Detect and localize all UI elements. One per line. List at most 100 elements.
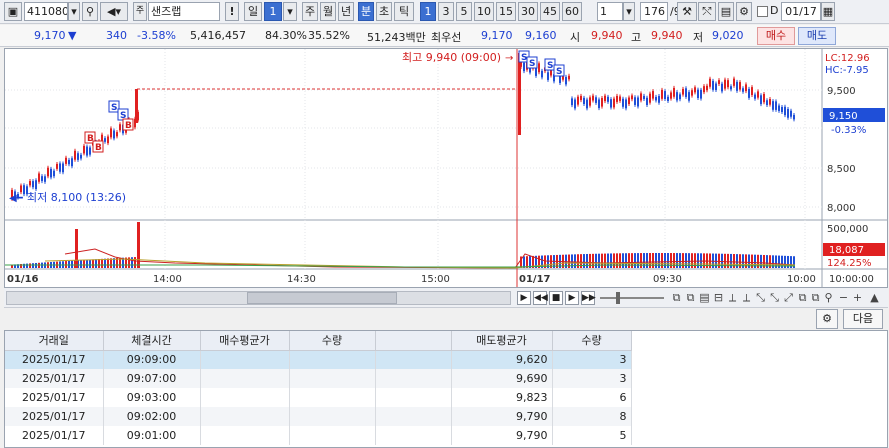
- candle-body: [83, 145, 85, 154]
- speaker-icon[interactable]: ◀▾: [100, 2, 128, 21]
- nav-next-button[interactable]: ▶: [565, 291, 579, 305]
- table-row[interactable]: 2025/01/17 09:09:00 9,620 3: [5, 350, 632, 369]
- candle-body: [616, 95, 618, 102]
- col-exec-time[interactable]: 체결시간: [103, 331, 201, 351]
- candle-body: [619, 96, 621, 101]
- chart-tool-icon-9[interactable]: ⤢: [782, 291, 795, 304]
- period-week-button[interactable]: 주: [302, 2, 318, 21]
- candle-body: [595, 97, 597, 103]
- sell-button[interactable]: 매도: [798, 27, 836, 45]
- chart-tool-icon-4[interactable]: ⊟: [712, 291, 725, 304]
- date-checkbox[interactable]: [757, 6, 768, 17]
- chart-tool-icon-8[interactable]: ⤡: [768, 291, 781, 304]
- nav-prev-button[interactable]: ◀◀: [533, 291, 548, 305]
- stock-name-field[interactable]: 샌즈랩: [148, 2, 220, 21]
- period-month-button[interactable]: 월: [320, 2, 336, 21]
- volume-bar: [640, 253, 642, 268]
- interval-60-button[interactable]: 60: [562, 2, 582, 21]
- zoom-slider[interactable]: [600, 297, 664, 299]
- period-day-button[interactable]: 일: [244, 2, 262, 21]
- save-icon[interactable]: ▤: [718, 2, 734, 21]
- period-dropdown-icon[interactable]: ▾: [283, 2, 297, 21]
- col-buy-avg[interactable]: 매수평균가: [200, 331, 290, 351]
- candle-body: [787, 108, 789, 118]
- search-icon[interactable]: ⚲: [82, 2, 98, 21]
- cell-blank: [375, 388, 452, 407]
- interval-5-button[interactable]: 5: [456, 2, 472, 21]
- interval-input[interactable]: 1: [597, 2, 623, 21]
- date-input[interactable]: 01/17: [781, 2, 821, 21]
- table-row[interactable]: 2025/01/17 09:01:00 9,790 5: [5, 426, 632, 445]
- cell-time: 09:01:00: [103, 426, 201, 445]
- volume-bar: [29, 263, 31, 268]
- zoom-in-icon[interactable]: +: [851, 291, 864, 304]
- col-sell-avg[interactable]: 매도평균가: [451, 331, 553, 351]
- code-dropdown-icon[interactable]: ▾: [68, 2, 80, 21]
- interval-45-button[interactable]: 45: [540, 2, 560, 21]
- chart-canvas[interactable]: 최고 9,940 (09:00) → ◀━ 최저 8,100 (13:26) S…: [5, 49, 887, 287]
- alert-icon[interactable]: !: [225, 2, 239, 21]
- window-icon[interactable]: ▣: [4, 2, 22, 21]
- stock-code-input[interactable]: 411080: [24, 2, 68, 21]
- interval-dropdown-icon[interactable]: ▾: [623, 2, 635, 21]
- period-second-button[interactable]: 초: [376, 2, 392, 21]
- change-rate: -3.58%: [137, 29, 176, 42]
- candle-body: [68, 159, 70, 165]
- chart-tool-icon-1[interactable]: ⧉: [670, 291, 683, 304]
- volume-bar: [598, 253, 600, 268]
- candle-body: [53, 170, 55, 177]
- nav-last-button[interactable]: ▶▶: [581, 291, 596, 305]
- zoom-out-icon[interactable]: −: [837, 291, 850, 304]
- candle-body: [104, 138, 106, 142]
- chart-tool-icon-6[interactable]: ⟂: [740, 291, 753, 304]
- table-row[interactable]: 2025/01/17 09:07:00 9,690 3: [5, 369, 632, 388]
- table-row[interactable]: 2025/01/17 09:03:00 9,823 6: [5, 388, 632, 407]
- calendar-icon[interactable]: ▦: [821, 2, 835, 21]
- chart-tool-icon-11[interactable]: ⧉: [809, 291, 822, 304]
- zoom-slider-handle[interactable]: [616, 292, 620, 304]
- interval-3-button[interactable]: 3: [438, 2, 454, 21]
- candle-body: [748, 88, 750, 98]
- table-gear-icon[interactable]: ⚙: [816, 309, 838, 329]
- volume-bar: [523, 256, 525, 268]
- col-buy-qty[interactable]: 수량: [289, 331, 376, 351]
- count-input[interactable]: 176: [640, 2, 668, 21]
- volume-bar: [643, 253, 645, 268]
- price-chart[interactable]: 최고 9,940 (09:00) → ◀━ 최저 8,100 (13:26) S…: [4, 48, 888, 288]
- nav-first-button[interactable]: ▶: [517, 291, 531, 305]
- period-tick-button[interactable]: 틱: [394, 2, 414, 21]
- interval-15-button[interactable]: 15: [496, 2, 516, 21]
- zoom-search-icon[interactable]: ⚲: [822, 291, 835, 304]
- chart-tool-icon-3[interactable]: ▤: [698, 291, 711, 304]
- interval-30-button[interactable]: 30: [518, 2, 538, 21]
- next-button[interactable]: 다음: [843, 309, 883, 329]
- table-row[interactable]: 2025/01/17 09:02:00 9,790 8: [5, 407, 632, 426]
- scroll-thumb[interactable]: [247, 292, 397, 304]
- sell-signal-4: S: [529, 59, 535, 69]
- interval-1-button[interactable]: 1: [420, 2, 436, 21]
- buy-signal-2: B: [95, 143, 102, 153]
- chart-scrollbar[interactable]: [6, 291, 511, 305]
- scroll-up-icon[interactable]: ▲: [868, 291, 881, 304]
- compare-icon[interactable]: ⤲: [698, 2, 716, 21]
- chart-tool-icon-2[interactable]: ⧉: [684, 291, 697, 304]
- hc-label: HC:-7.95: [825, 65, 869, 76]
- candle-body: [664, 91, 666, 99]
- period-value[interactable]: 1: [264, 2, 282, 21]
- period-minute-button[interactable]: 분: [358, 2, 374, 21]
- period-year-button[interactable]: 년: [338, 2, 354, 21]
- col-trade-date[interactable]: 거래일: [5, 331, 104, 351]
- nav-stop-button[interactable]: ■: [549, 291, 563, 305]
- buy-button[interactable]: 매수: [757, 27, 795, 45]
- candle-type-icon[interactable]: ⚒: [677, 2, 697, 21]
- cell-buy-avg: [200, 388, 290, 407]
- volume-bar: [80, 260, 82, 268]
- chart-tool-icon-7[interactable]: ⤡: [754, 291, 767, 304]
- cell-buy-qty: [289, 407, 376, 426]
- col-sell-qty[interactable]: 수량: [552, 331, 632, 351]
- chart-tool-icon-5[interactable]: ⟂: [726, 291, 739, 304]
- chart-tool-icon-10[interactable]: ⧉: [796, 291, 809, 304]
- settings-gear-icon[interactable]: ⚙: [736, 2, 752, 21]
- interval-10-button[interactable]: 10: [474, 2, 494, 21]
- turnover-rate: 35.52%: [308, 29, 350, 42]
